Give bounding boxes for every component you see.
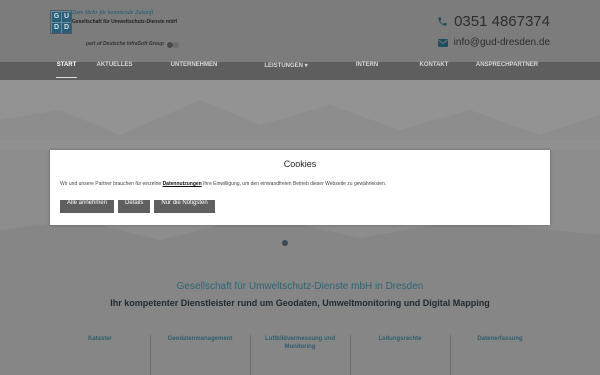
company-logo[interactable]: G U D D Dem Mehr für kommende Zukunft Ge…	[50, 10, 190, 55]
mail-icon	[437, 38, 448, 47]
group-logo-icon	[167, 42, 179, 48]
feature-geodatenmanagement[interactable]: Geodatenmanagement	[150, 335, 250, 375]
nav-item-kontakt[interactable]: Kontakt	[404, 62, 464, 80]
nav-item-unternehmen[interactable]: Unternehmen	[146, 62, 242, 80]
slider-dot[interactable]	[282, 240, 288, 246]
page: G U D D Dem Mehr für kommende Zukunft Ge…	[0, 0, 600, 375]
phone-contact[interactable]: 0351 4867374	[437, 13, 550, 30]
phone-icon	[438, 17, 447, 26]
nav-item-ansprechpartner[interactable]: Ansprechpartner	[464, 62, 550, 80]
cookie-data-usage-link[interactable]: Datennutzungen	[163, 181, 202, 187]
details-button[interactable]: Details	[118, 200, 151, 213]
cookie-dialog: Cookies Wir und unsere Partner brauchen …	[50, 150, 550, 225]
nav-item-leistungen[interactable]: Leistungen ▾	[242, 62, 330, 80]
cookie-buttons: Alle annehmen Details Nur die Nötigsten	[60, 200, 215, 213]
cookie-text: Wir und unsere Partner brauchen für einz…	[60, 181, 386, 187]
accept-all-button[interactable]: Alle annehmen	[60, 200, 115, 213]
logo-group: part of Deutsche InfraSoft Group	[86, 41, 164, 47]
phone-number: 0351 4867374	[454, 13, 550, 30]
nav-item-aktuelles[interactable]: Aktuelles	[83, 62, 146, 80]
nav-item-intern[interactable]: Intern	[330, 62, 404, 80]
feature-luftbildvermessung[interactable]: Luftbildvermessung und Monitoring	[250, 335, 350, 375]
logo-mark: G U D D	[50, 10, 72, 34]
page-title: Gesellschaft für Umweltschutz-Dienste mb…	[176, 281, 424, 292]
main-navigation: Start Aktuelles Unternehmen Leistungen ▾…	[0, 62, 600, 80]
feature-list: Kataster Geodatenmanagement Luftbildverm…	[50, 335, 550, 375]
feature-datenerfassung[interactable]: Datenerfassung	[450, 335, 550, 375]
cookie-title: Cookies	[283, 159, 317, 169]
site-header: G U D D Dem Mehr für kommende Zukunft Ge…	[0, 0, 600, 62]
logo-letter: D	[62, 23, 71, 33]
main-content: Gesellschaft für Umweltschutz-Dienste mb…	[0, 262, 600, 375]
logo-tagline: Dem Mehr für kommende Zukunft	[72, 10, 154, 16]
logo-company-name: Gesellschaft für Umweltschutz-Dienste mb…	[72, 19, 178, 25]
logo-letter: D	[52, 23, 61, 33]
logo-letter: G	[52, 12, 61, 22]
feature-leitungsrechte[interactable]: Leitungsrechte	[350, 335, 450, 375]
nav-item-start[interactable]: Start	[50, 62, 83, 80]
cookie-text-after: Ihre Einwilligung, um den einwandfreien …	[203, 181, 387, 187]
logo-letter: U	[62, 12, 71, 22]
email-address: info@gud-dresden.de	[453, 37, 550, 48]
email-contact[interactable]: info@gud-dresden.de	[437, 37, 550, 48]
cookie-text-before: Wir und unsere Partner brauchen für einz…	[60, 181, 162, 187]
page-subtitle: Ihr kompetenter Dienstleister rund um Ge…	[110, 298, 490, 308]
feature-kataster[interactable]: Kataster	[50, 335, 150, 375]
essential-only-button[interactable]: Nur die Nötigsten	[154, 200, 215, 213]
